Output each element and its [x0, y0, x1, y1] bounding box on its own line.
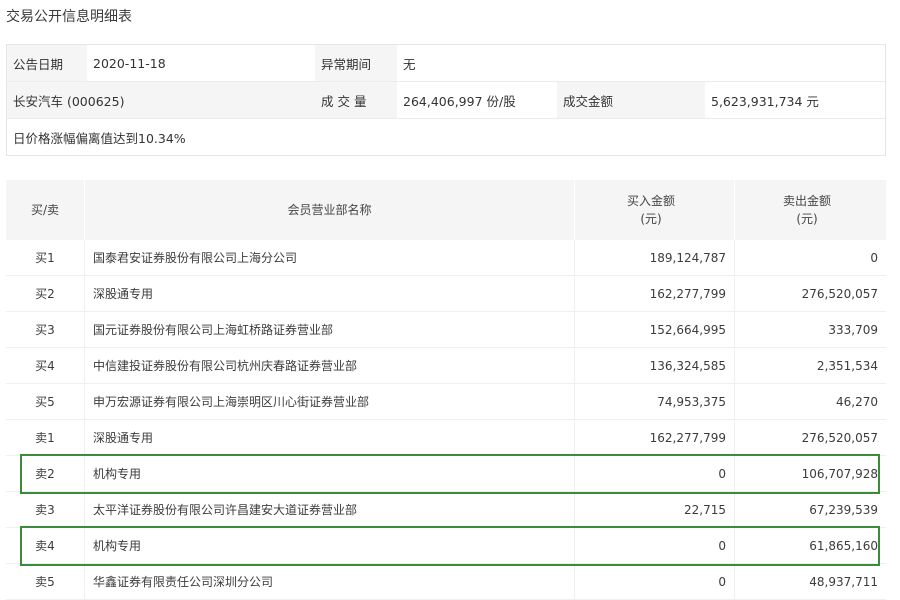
- table-row: 卖5 华鑫证券有限责任公司深圳分公司 0 48,937,711: [6, 563, 886, 600]
- volume-label: 成 交 量: [315, 82, 397, 118]
- table-row-highlighted: 卖2 机构专用 0 106,707,928: [6, 455, 886, 492]
- header-buy-line2: (元): [640, 212, 662, 226]
- row-branch-name: 深股通专用: [84, 419, 575, 456]
- info-row-reason: 日价格涨幅偏离值达到10.34%: [7, 119, 885, 155]
- header-sell-line2: (元): [796, 212, 818, 226]
- table-row: 卖1 深股通专用 162,277,799 276,520,057: [6, 419, 886, 456]
- row-side: 买3: [6, 311, 85, 348]
- row-branch-name: 国泰君安证券股份有限公司上海分公司: [84, 240, 575, 276]
- table-row-highlighted: 卖4 机构专用 0 61,865,160: [6, 527, 886, 564]
- row-sell-amount: 61,865,160: [734, 527, 886, 564]
- row-sell-amount: 2,351,534: [734, 347, 886, 384]
- date-value: 2020-11-18: [87, 45, 315, 81]
- header-side: 买/卖: [6, 180, 85, 240]
- row-side: 卖5: [6, 563, 85, 600]
- header-buy-line1: 买入金额: [626, 194, 675, 208]
- row-side: 卖4: [6, 527, 85, 564]
- row-branch-name: 机构专用: [84, 527, 575, 564]
- row-buy-amount: 22,715: [574, 491, 735, 528]
- table-row: 买3 国元证券股份有限公司上海虹桥路证券营业部 152,664,995 333,…: [6, 311, 886, 348]
- row-sell-amount: 276,520,057: [734, 275, 886, 312]
- row-buy-amount: 136,324,585: [574, 347, 735, 384]
- info-row-trade: 长安汽车 (000625) 成 交 量 264,406,997 份/股 成交金额…: [7, 82, 885, 119]
- row-branch-name: 中信建投证券股份有限公司杭州庆春路证券营业部: [84, 347, 575, 384]
- table-row: 买5 申万宏源证券有限公司上海崇明区川心街证券营业部 74,953,375 46…: [6, 383, 886, 420]
- row-branch-name: 国元证券股份有限公司上海虹桥路证券营业部: [84, 311, 575, 348]
- row-buy-amount: 74,953,375: [574, 383, 735, 420]
- row-side: 买1: [6, 240, 85, 276]
- date-label: 公告日期: [7, 45, 87, 81]
- row-branch-name: 太平洋证券股份有限公司许昌建安大道证券营业部: [84, 491, 575, 528]
- stock-name: 长安汽车 (000625): [7, 82, 315, 118]
- abnormal-value: 无: [397, 45, 885, 81]
- header-branch-name: 会员营业部名称: [84, 180, 575, 240]
- row-buy-amount: 189,124,787: [574, 240, 735, 276]
- row-buy-amount: 162,277,799: [574, 275, 735, 312]
- row-branch-name: 申万宏源证券有限公司上海崇明区川心街证券营业部: [84, 383, 575, 420]
- header-sell-amount: 卖出金额 (元): [734, 180, 886, 240]
- row-sell-amount: 333,709: [734, 311, 886, 348]
- stock-info-table: 公告日期 2020-11-18 异常期间 无 长安汽车 (000625) 成 交…: [6, 44, 886, 156]
- info-row-date: 公告日期 2020-11-18 异常期间 无: [7, 45, 885, 82]
- header-buy-amount: 买入金额 (元): [574, 180, 735, 240]
- row-side: 卖1: [6, 419, 85, 456]
- table-row: 买2 深股通专用 162,277,799 276,520,057: [6, 275, 886, 312]
- row-sell-amount: 276,520,057: [734, 419, 886, 456]
- row-sell-amount: 48,937,711: [734, 563, 886, 600]
- table-row: 卖3 太平洋证券股份有限公司许昌建安大道证券营业部 22,715 67,239,…: [6, 491, 886, 528]
- row-side: 卖3: [6, 491, 85, 528]
- listing-reason: 日价格涨幅偏离值达到10.34%: [7, 119, 885, 155]
- table-row: 买4 中信建投证券股份有限公司杭州庆春路证券营业部 136,324,585 2,…: [6, 347, 886, 384]
- row-buy-amount: 0: [574, 563, 735, 600]
- trade-detail-table: 买/卖 会员营业部名称 买入金额 (元) 卖出金额 (元) 买1 国泰君安证券股…: [6, 180, 886, 600]
- row-side: 买4: [6, 347, 85, 384]
- row-sell-amount: 67,239,539: [734, 491, 886, 528]
- row-branch-name: 华鑫证券有限责任公司深圳分公司: [84, 563, 575, 600]
- table-row: 买1 国泰君安证券股份有限公司上海分公司 189,124,787 0: [6, 240, 886, 276]
- page-title: 交易公开信息明细表: [6, 9, 132, 25]
- row-branch-name: 深股通专用: [84, 275, 575, 312]
- amount-label: 成交金额: [557, 82, 705, 118]
- row-branch-name: 机构专用: [84, 455, 575, 492]
- row-side: 买5: [6, 383, 85, 420]
- row-sell-amount: 106,707,928: [734, 455, 886, 492]
- table-header-row: 买/卖 会员营业部名称 买入金额 (元) 卖出金额 (元): [6, 180, 886, 240]
- row-buy-amount: 152,664,995: [574, 311, 735, 348]
- row-sell-amount: 46,270: [734, 383, 886, 420]
- row-buy-amount: 162,277,799: [574, 419, 735, 456]
- row-buy-amount: 0: [574, 527, 735, 564]
- row-sell-amount: 0: [734, 240, 886, 276]
- row-side: 卖2: [6, 455, 85, 492]
- header-sell-line1: 卖出金额: [782, 194, 831, 208]
- amount-value: 5,623,931,734 元: [705, 82, 885, 118]
- row-side: 买2: [6, 275, 85, 312]
- volume-value: 264,406,997 份/股: [397, 82, 557, 118]
- row-buy-amount: 0: [574, 455, 735, 492]
- abnormal-label: 异常期间: [315, 45, 397, 81]
